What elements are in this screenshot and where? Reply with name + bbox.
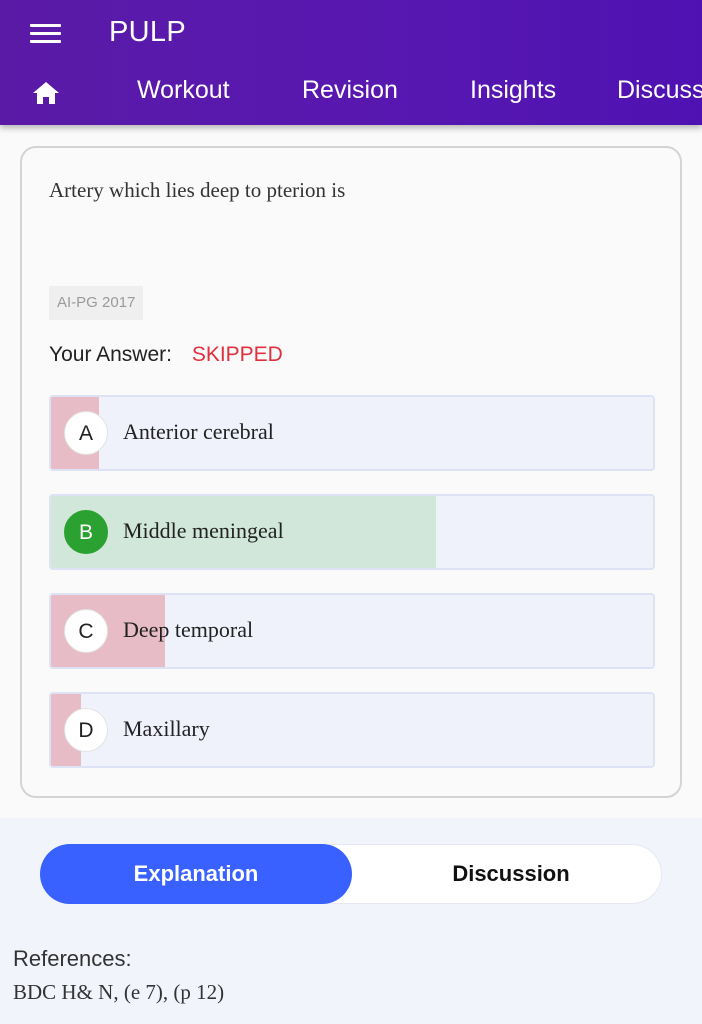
hamburger-menu-icon[interactable]	[30, 22, 62, 46]
exam-tag: AI-PG 2017	[49, 286, 144, 320]
nav-revision[interactable]: Revision	[302, 76, 398, 105]
tab-switcher: Explanation Discussion	[40, 844, 662, 904]
home-icon[interactable]	[32, 80, 60, 106]
references-text: BDC H& N, (e 7), (p 12)	[13, 980, 225, 1004]
option-c-label: Deep temporal	[123, 617, 254, 642]
option-c[interactable]: C Deep temporal	[49, 593, 655, 669]
option-d-label: Maxillary	[123, 716, 210, 741]
nav-discuss[interactable]: Discuss	[617, 76, 702, 105]
your-answer-label: Your Answer:	[49, 343, 172, 366]
option-b[interactable]: B Middle meningeal	[49, 494, 655, 570]
option-d-letter: D	[64, 708, 108, 752]
your-answer-row: Your Answer: SKIPPED	[49, 343, 283, 367]
explanation-panel: Explanation Discussion References: BDC H…	[0, 818, 702, 1024]
nav-insights[interactable]: Insights	[470, 76, 556, 105]
question-text: Artery which lies deep to pterion is	[49, 178, 346, 202]
top-nav: Workout Revision Insights Discuss	[0, 62, 702, 122]
option-a[interactable]: A Anterior cerebral	[49, 395, 655, 471]
option-b-letter: B	[64, 510, 108, 554]
tab-explanation[interactable]: Explanation	[40, 844, 352, 904]
option-a-letter: A	[64, 411, 108, 455]
your-answer-status: SKIPPED	[191, 343, 283, 366]
references-heading: References:	[13, 946, 132, 971]
app-title: PULP	[109, 16, 186, 48]
option-a-label: Anterior cerebral	[123, 419, 274, 444]
app-header: PULP Workout Revision Insights Discuss	[0, 0, 702, 125]
tab-discussion[interactable]: Discussion	[361, 844, 661, 904]
option-c-letter: C	[64, 609, 108, 653]
question-card: Artery which lies deep to pterion is AI-…	[20, 146, 682, 798]
option-b-label: Middle meningeal	[123, 518, 284, 543]
option-d[interactable]: D Maxillary	[49, 692, 655, 768]
nav-workout[interactable]: Workout	[137, 76, 230, 105]
